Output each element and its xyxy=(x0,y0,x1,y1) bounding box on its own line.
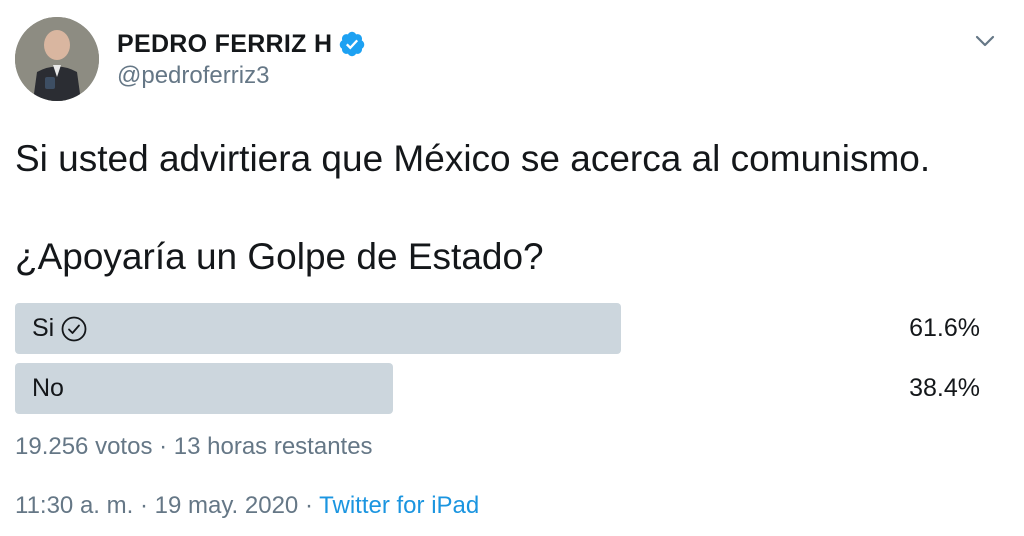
poll-option-label: Si xyxy=(32,314,55,342)
tweet-menu-button[interactable] xyxy=(970,26,1000,56)
tweet-card: PEDRO FERRIZ H @pedroferriz3 Si usted ad… xyxy=(0,0,1024,536)
chevron-down-icon xyxy=(975,35,995,47)
tweet-text-line: Si usted advirtiera que México se acerca… xyxy=(15,138,931,179)
source-link[interactable]: Twitter for iPad xyxy=(319,492,479,519)
tweet-timestamp[interactable]: 11:30 a. m. · 19 may. 2020 xyxy=(15,492,298,519)
author-name-row: PEDRO FERRIZ H xyxy=(117,27,366,61)
poll-option-label-row: No xyxy=(32,363,64,414)
poll-option-percent: 61.6% xyxy=(909,314,980,342)
poll-option-si[interactable]: Si 61.6% xyxy=(15,303,1005,354)
author-handle[interactable]: @pedroferriz3 xyxy=(117,62,269,90)
poll-result-bar xyxy=(15,363,393,414)
poll-meta: 19.256 votos · 13 horas restantes xyxy=(15,433,373,460)
tweet-footer: 11:30 a. m. · 19 may. 2020 · Twitter for… xyxy=(15,492,479,520)
poll-result-bar xyxy=(15,303,621,354)
poll-option-percent: 38.4% xyxy=(909,374,980,402)
poll-option-label: No xyxy=(32,374,64,402)
tweet-text: Si usted advirtiera que México se acerca… xyxy=(15,134,1005,282)
tweet-question-line: ¿Apoyaría un Golpe de Estado? xyxy=(15,236,544,277)
footer-separator: · xyxy=(304,492,313,519)
avatar[interactable] xyxy=(15,17,99,101)
verified-badge-icon xyxy=(340,31,365,57)
poll-option-no[interactable]: No 38.4% xyxy=(15,363,1005,414)
poll-option-label-row: Si xyxy=(32,303,88,354)
author-display-name[interactable]: PEDRO FERRIZ H xyxy=(117,30,332,59)
check-circle-icon xyxy=(61,316,87,341)
profile-photo-icon xyxy=(15,17,99,101)
